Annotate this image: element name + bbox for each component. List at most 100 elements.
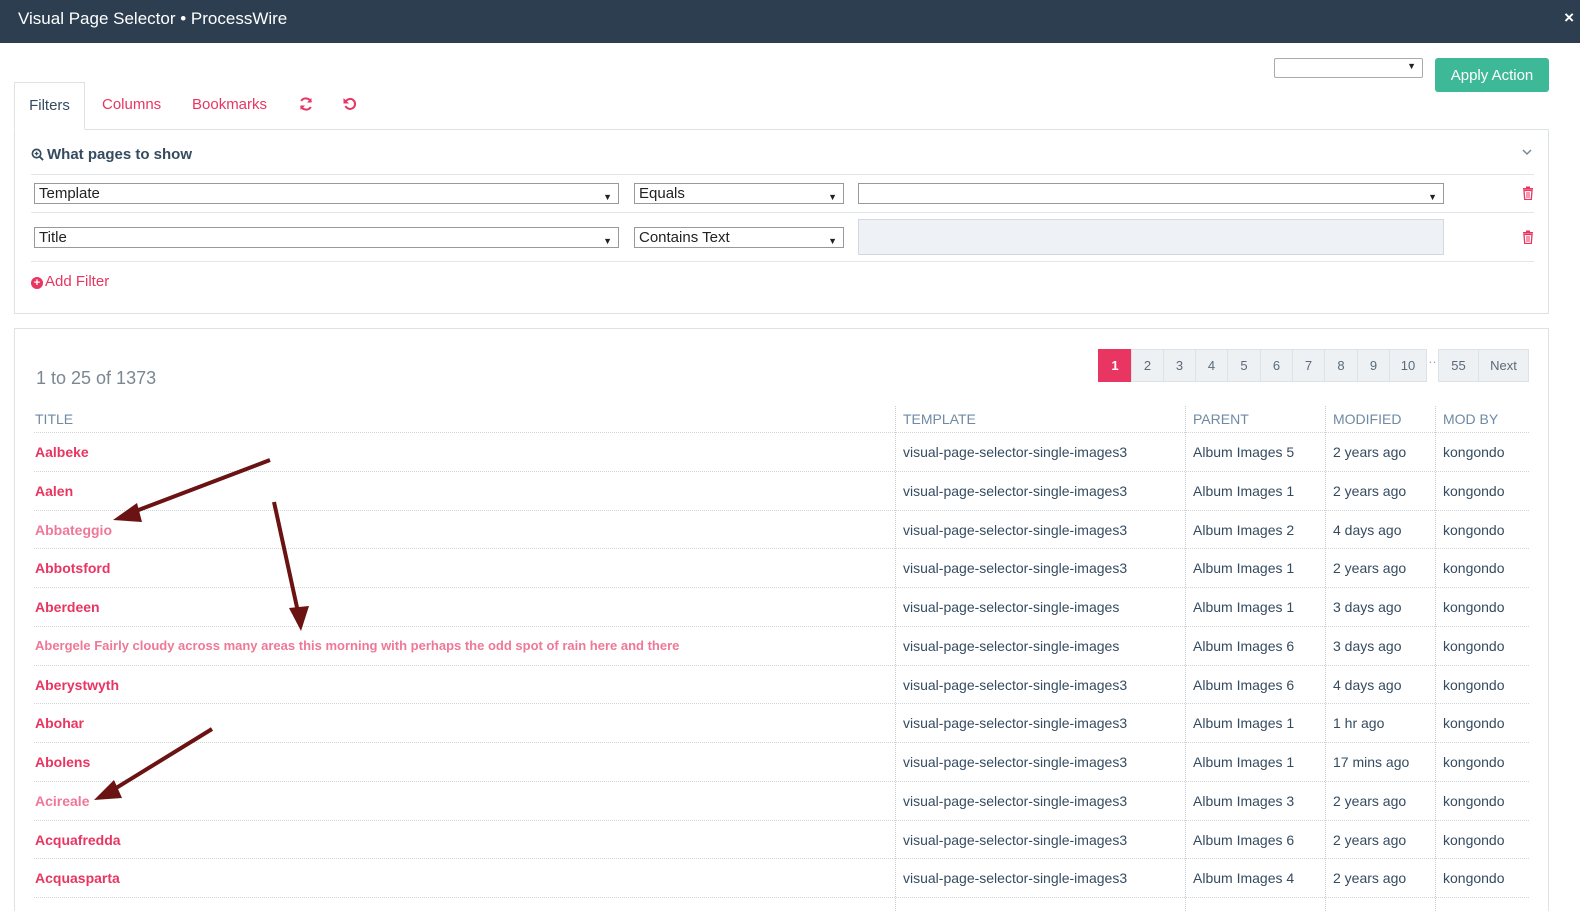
- page-title-link[interactable]: Aalen: [35, 483, 73, 499]
- filter-operator-value: Equals: [639, 185, 685, 202]
- page-link-next[interactable]: Next: [1478, 349, 1529, 382]
- template-cell: visual-page-selector-single-images3: [903, 870, 1128, 886]
- add-filter-button[interactable]: + Add Filter: [31, 273, 109, 290]
- modified-cell: 2 years ago: [1333, 832, 1407, 848]
- filter-field-value: Title: [39, 229, 67, 246]
- page-title-link[interactable]: Abolens: [35, 754, 90, 770]
- table-row: Abergele Fairly cloudy across many areas…: [15, 638, 1550, 676]
- refresh-icon[interactable]: [298, 96, 314, 112]
- page-title-link[interactable]: Acireale: [35, 793, 89, 809]
- mod-by-cell: kongondo: [1443, 560, 1505, 576]
- filter-operator-select[interactable]: Contains Text ▼: [634, 227, 844, 248]
- column-header-title[interactable]: TITLE: [35, 411, 73, 427]
- mod-by-cell: kongondo: [1443, 483, 1505, 499]
- mod-by-cell: kongondo: [1443, 715, 1505, 731]
- page-title-link[interactable]: Aberdeen: [35, 599, 100, 615]
- trash-icon[interactable]: [1522, 230, 1534, 244]
- parent-cell: Album Images 6: [1193, 832, 1295, 848]
- modified-cell: 3 days ago: [1333, 638, 1402, 654]
- template-cell: visual-page-selector-single-images3: [903, 444, 1128, 460]
- page-title-link[interactable]: Abergele Fairly cloudy across many areas…: [35, 638, 679, 653]
- page-title-link[interactable]: Acquasparta: [35, 870, 120, 886]
- parent-cell: Album Images 2: [1193, 522, 1295, 538]
- page-title-link[interactable]: Acquafredda: [35, 832, 121, 848]
- divider: [31, 212, 1534, 213]
- tab-filters[interactable]: Filters: [14, 82, 85, 130]
- filters-panel: What pages to show Template ▼ Equals ▼ ▼ T…: [14, 129, 1549, 314]
- page-link-6[interactable]: 6: [1260, 349, 1293, 382]
- page-link-8[interactable]: 8: [1324, 349, 1358, 382]
- dropdown-arrow-icon: ▼: [603, 192, 612, 202]
- parent-cell: Album Images 6: [1193, 638, 1295, 654]
- modified-cell: 2 years ago: [1333, 870, 1407, 886]
- page-title-link[interactable]: Aalbeke: [35, 444, 89, 460]
- page-title-link[interactable]: Aberystwyth: [35, 677, 119, 693]
- modified-cell: 1 hr ago: [1333, 715, 1385, 731]
- template-cell: visual-page-selector-single-images3: [903, 754, 1128, 770]
- mod-by-cell: kongondo: [1443, 677, 1505, 693]
- trash-icon[interactable]: [1522, 186, 1534, 200]
- page-title-link[interactable]: Abohar: [35, 715, 84, 731]
- mod-by-cell: kongondo: [1443, 870, 1505, 886]
- mod-by-cell: kongondo: [1443, 599, 1505, 615]
- add-filter-label: Add Filter: [45, 273, 110, 290]
- page-link-1[interactable]: 1: [1098, 349, 1132, 382]
- modified-cell: 4 days ago: [1333, 522, 1402, 538]
- tab-bookmarks[interactable]: Bookmarks: [192, 82, 267, 130]
- mod-by-cell: kongondo: [1443, 754, 1505, 770]
- template-cell: visual-page-selector-single-images: [903, 599, 1120, 615]
- modified-cell: 3 days ago: [1333, 599, 1402, 615]
- page-title-link[interactable]: Abbotsford: [35, 560, 110, 576]
- table-row: Abohar visual-page-selector-single-image…: [15, 715, 1550, 753]
- parent-cell: Album Images 3: [1193, 793, 1295, 809]
- column-header-modified[interactable]: MODIFIED: [1333, 411, 1401, 427]
- page-link-5[interactable]: 5: [1227, 349, 1261, 382]
- column-header-parent[interactable]: PARENT: [1193, 411, 1249, 427]
- modified-cell: 2 years ago: [1333, 793, 1407, 809]
- table-row: Aalbeke visual-page-selector-single-imag…: [15, 444, 1550, 482]
- page-link-10[interactable]: 10: [1389, 349, 1427, 382]
- table-row: Acireale visual-page-selector-single-ima…: [15, 793, 1550, 831]
- column-header-template[interactable]: TEMPLATE: [903, 411, 976, 427]
- modified-cell: 2 years ago: [1333, 483, 1407, 499]
- plus-circle-icon: +: [31, 277, 43, 289]
- close-icon[interactable]: ×: [1564, 8, 1574, 28]
- table-row: Abbotsford visual-page-selector-single-i…: [15, 560, 1550, 598]
- tab-columns[interactable]: Columns: [102, 82, 161, 130]
- parent-cell: Album Images 1: [1193, 715, 1295, 731]
- modified-cell: 4 days ago: [1333, 677, 1402, 693]
- mod-by-cell: kongondo: [1443, 793, 1505, 809]
- template-cell: visual-page-selector-single-images3: [903, 560, 1128, 576]
- mod-by-cell: kongondo: [1443, 444, 1505, 460]
- undo-icon[interactable]: [342, 96, 358, 112]
- parent-cell: Album Images 4: [1193, 870, 1295, 886]
- column-header-mod-by[interactable]: MOD BY: [1443, 411, 1498, 427]
- action-select[interactable]: ▼: [1274, 58, 1423, 78]
- filter-value-select[interactable]: ▼: [858, 183, 1444, 204]
- page-link-3[interactable]: 3: [1163, 349, 1196, 382]
- page-link-7[interactable]: 7: [1292, 349, 1325, 382]
- template-cell: visual-page-selector-single-images3: [903, 677, 1128, 693]
- page-link-2[interactable]: 2: [1131, 349, 1164, 382]
- table-row: Abolens visual-page-selector-single-imag…: [15, 754, 1550, 792]
- page-link-9[interactable]: 9: [1357, 349, 1390, 382]
- filter-operator-select[interactable]: Equals ▼: [634, 183, 844, 204]
- page-link-4[interactable]: 4: [1195, 349, 1228, 382]
- template-cell: visual-page-selector-single-images3: [903, 522, 1128, 538]
- filter-field-select[interactable]: Title ▼: [34, 227, 619, 248]
- filter-text-input[interactable]: [858, 219, 1444, 255]
- apply-action-button[interactable]: Apply Action: [1435, 58, 1549, 92]
- template-cell: visual-page-selector-single-images3: [903, 793, 1128, 809]
- template-cell: visual-page-selector-single-images3: [903, 832, 1128, 848]
- results-panel: 1 to 25 of 1373 1 2 3 4 5 6 7 8 9 10 … 5…: [14, 328, 1549, 911]
- template-cell: visual-page-selector-single-images: [903, 638, 1120, 654]
- page-title-link[interactable]: Abbateggio: [35, 522, 112, 538]
- filter-field-select[interactable]: Template ▼: [34, 183, 619, 204]
- modal-titlebar: Visual Page Selector • ProcessWire ×: [0, 0, 1580, 43]
- page-link-55[interactable]: 55: [1438, 349, 1479, 382]
- filters-heading[interactable]: What pages to show: [31, 146, 192, 163]
- parent-cell: Album Images 1: [1193, 483, 1295, 499]
- chevron-down-icon[interactable]: [1522, 147, 1532, 157]
- parent-cell: Album Images 1: [1193, 599, 1295, 615]
- filter-operator-value: Contains Text: [639, 229, 730, 246]
